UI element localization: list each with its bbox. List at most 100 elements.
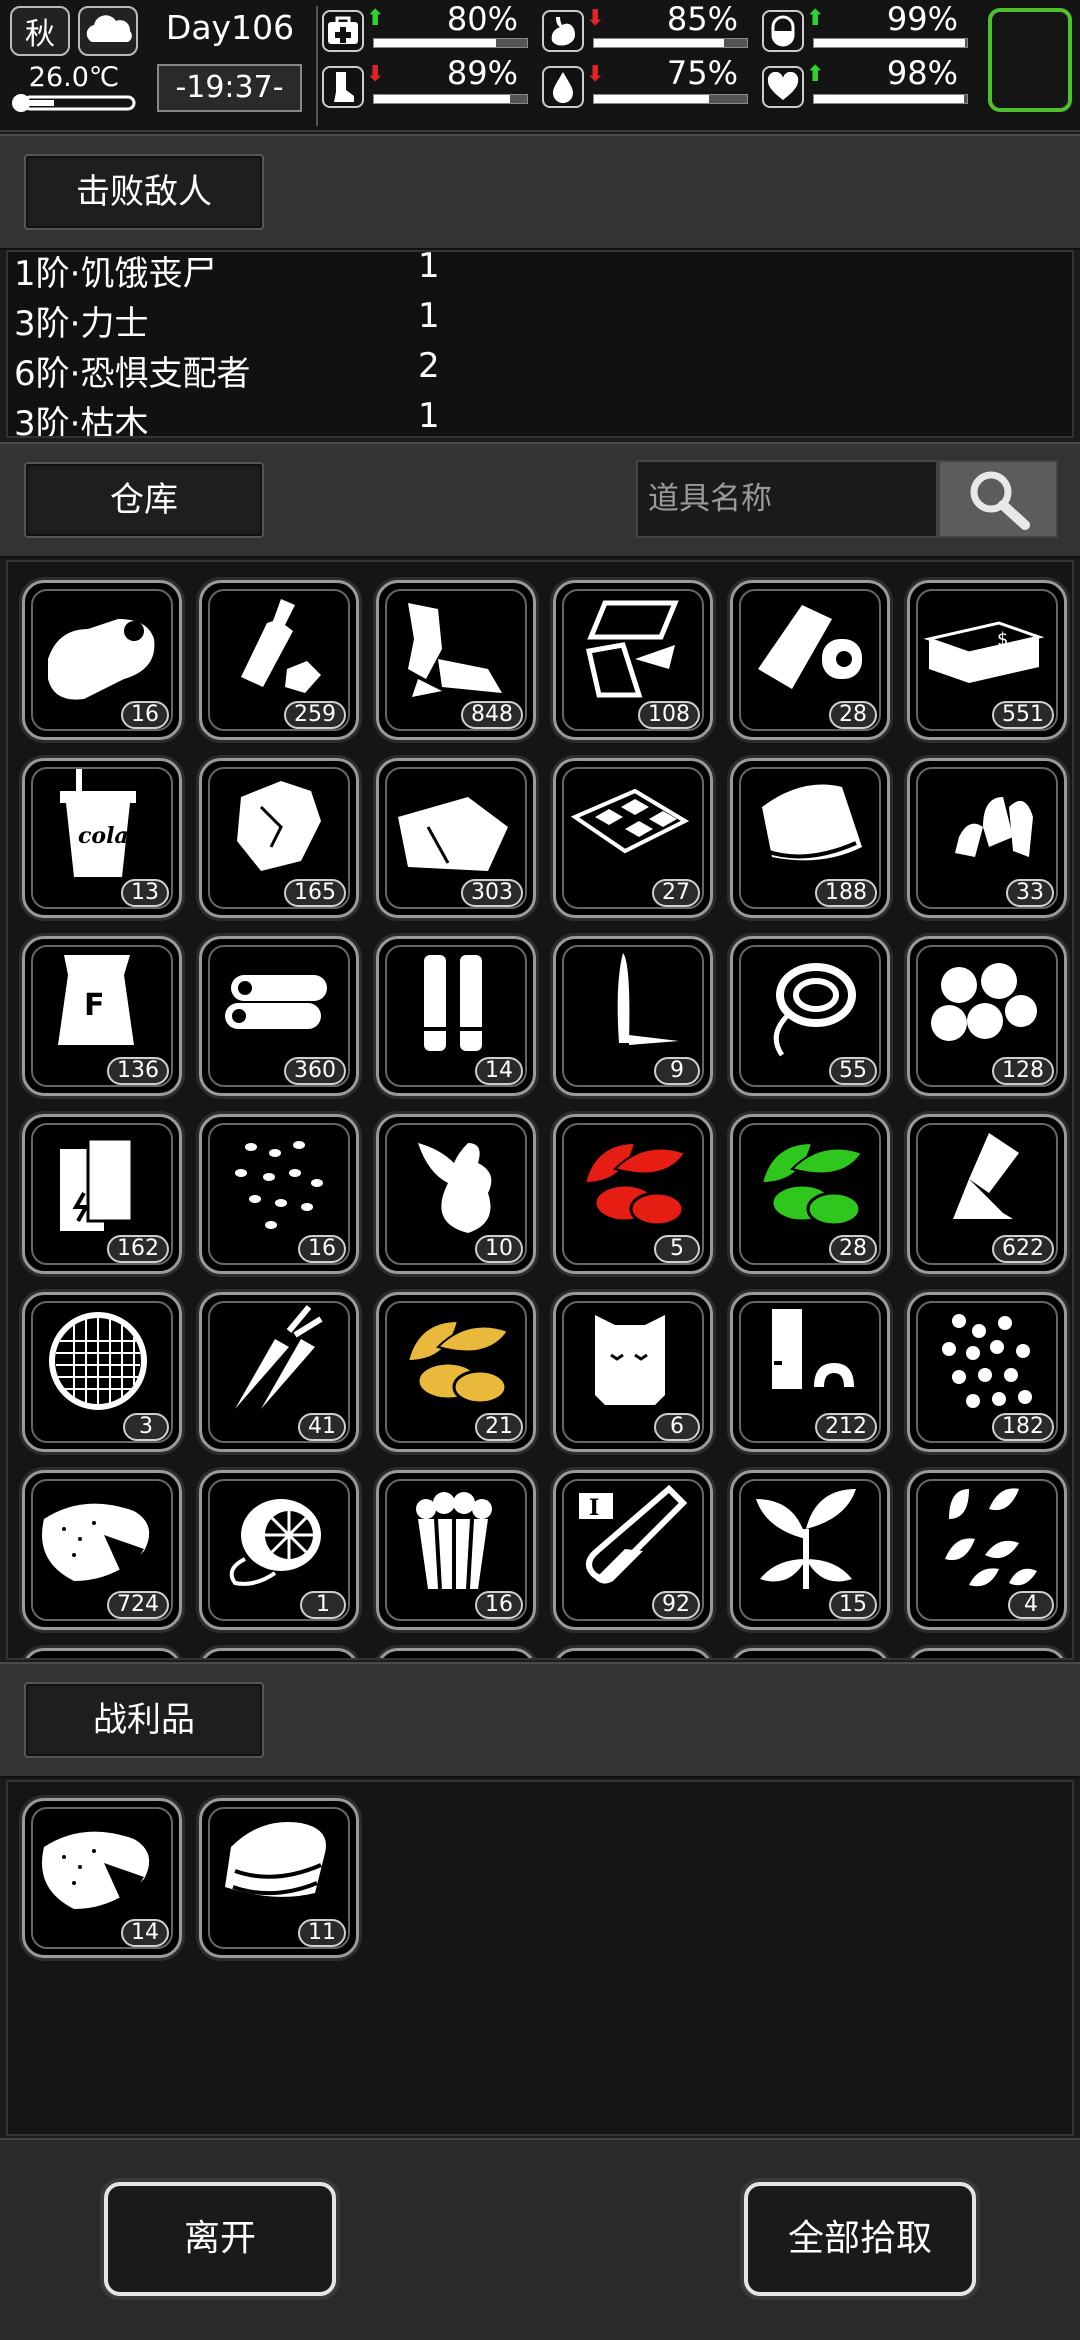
warehouse-tab[interactable]: 仓库 xyxy=(24,462,264,538)
item-slot[interactable]: 16 xyxy=(22,580,182,740)
trend-up-icon: ⬆ xyxy=(806,6,825,31)
enemy-name: 3阶·力士 xyxy=(14,304,149,344)
item-slot[interactable]: 28 xyxy=(730,580,890,740)
medicine-bar xyxy=(813,38,968,48)
loot-tab[interactable]: 战利品 xyxy=(24,1682,264,1758)
item-slot[interactable]: 188 xyxy=(730,758,890,918)
leg-icon xyxy=(322,66,364,108)
leave-button[interactable]: 离开 xyxy=(104,2182,336,2296)
item-slot[interactable]: $551 xyxy=(907,580,1067,740)
lemon-icon xyxy=(229,1499,321,1586)
take-all-button[interactable]: 全部拾取 xyxy=(744,2182,976,2296)
item-slot[interactable]: 128 xyxy=(907,936,1067,1096)
item-slot[interactable]: cola 13 xyxy=(22,758,182,918)
season-badge: 秋 xyxy=(10,6,70,56)
item-slot[interactable]: 3 xyxy=(22,1292,182,1452)
svg-text:$: $ xyxy=(997,629,1008,650)
loot-grid: 14 11 xyxy=(6,1780,1074,2136)
item-slot[interactable]: I 92 xyxy=(553,1470,713,1630)
item-slot[interactable]: 9 xyxy=(553,936,713,1096)
item-count: 16 xyxy=(298,1235,346,1263)
item-count: 41 xyxy=(298,1413,346,1441)
item-slot[interactable]: F 136 xyxy=(22,936,182,1096)
item-slot[interactable]: 4 xyxy=(907,1470,1067,1630)
test-tube-icon: I xyxy=(579,1484,688,1584)
rope-coil-icon xyxy=(773,963,856,1057)
item-slot[interactable]: 14 xyxy=(22,1798,182,1958)
item-slot[interactable]: 848 xyxy=(376,580,536,740)
trend-down-icon: ⬇ xyxy=(586,62,605,87)
item-slot[interactable]: 41 xyxy=(199,1292,359,1452)
temperature-label: 26.0℃ xyxy=(28,62,120,93)
item-slot[interactable]: 10 xyxy=(376,1114,536,1274)
divider xyxy=(316,6,318,126)
item-slot[interactable] xyxy=(22,1648,182,1658)
flour-bag-icon: F xyxy=(58,955,134,1045)
equipment-slot[interactable] xyxy=(988,8,1072,112)
item-count: 1 xyxy=(300,1591,346,1619)
status-bar: 秋 26.0℃ Day106 -19:37- ⬆ 80% ⬇ 85% ⬆ 99%… xyxy=(0,0,1080,132)
item-slot[interactable]: 55 xyxy=(730,936,890,1096)
item-slot[interactable]: 16 xyxy=(376,1470,536,1630)
item-slot[interactable]: 108 xyxy=(553,580,713,740)
item-slot[interactable] xyxy=(376,1648,536,1658)
seeds-icon xyxy=(235,1141,323,1229)
item-slot[interactable]: 21 xyxy=(376,1292,536,1452)
item-slot[interactable]: 162 xyxy=(22,1114,182,1274)
item-slot[interactable]: 11 xyxy=(199,1798,359,1958)
pill-icon xyxy=(762,10,804,52)
water-drop-icon xyxy=(542,66,584,108)
item-slot[interactable]: 6 xyxy=(553,1292,713,1452)
item-slot[interactable]: 27 xyxy=(553,758,713,918)
item-slot[interactable]: 28 xyxy=(730,1114,890,1274)
item-slot[interactable] xyxy=(553,1648,713,1658)
item-slot[interactable]: 5 xyxy=(553,1114,713,1274)
enemy-name: 6阶·恐惧支配者 xyxy=(14,354,251,394)
battery-icon xyxy=(60,1137,134,1231)
item-slot[interactable]: 14 xyxy=(376,936,536,1096)
folded-cloth-icon xyxy=(225,1822,326,1897)
defeated-tab[interactable]: 击败敌人 xyxy=(24,154,264,230)
ginger-root-icon xyxy=(418,1143,492,1233)
bullets-icon xyxy=(955,797,1033,857)
item-slot[interactable]: 724 xyxy=(22,1470,182,1630)
medkit-icon xyxy=(322,10,364,52)
item-slot[interactable]: 212 xyxy=(730,1292,890,1452)
logs-icon xyxy=(225,975,327,1029)
item-slot[interactable]: 15 xyxy=(730,1470,890,1630)
search-button[interactable] xyxy=(938,460,1058,538)
glass-shards-icon xyxy=(585,600,679,698)
item-slot[interactable]: 165 xyxy=(199,758,359,918)
plastic-bottle-icon xyxy=(241,599,321,693)
red-herb-icon xyxy=(583,1141,687,1227)
action-bar: 离开 全部拾取 xyxy=(0,2138,1080,2340)
health-bar xyxy=(373,38,528,48)
item-slot[interactable]: 182 xyxy=(907,1292,1067,1452)
item-slot[interactable]: 1 xyxy=(199,1470,359,1630)
loot-header: 战利品 xyxy=(0,1662,1080,1778)
item-count: 360 xyxy=(284,1057,346,1085)
svg-text:F: F xyxy=(84,988,105,1023)
item-slot[interactable]: 16 xyxy=(199,1114,359,1274)
item-slot[interactable]: 360 xyxy=(199,936,359,1096)
item-slot[interactable]: 622 xyxy=(907,1114,1067,1274)
green-herb-icon xyxy=(760,1141,864,1227)
stamina-bar xyxy=(373,94,528,104)
fabric-sheet-icon xyxy=(398,797,508,871)
item-slot[interactable]: 303 xyxy=(376,758,536,918)
metal-parts-icon xyxy=(772,1309,854,1389)
item-slot[interactable]: 259 xyxy=(199,580,359,740)
item-slot[interactable] xyxy=(907,1648,1067,1658)
enemy-count: 1 xyxy=(418,396,440,436)
item-count: 165 xyxy=(284,879,346,907)
item-slot[interactable]: 33 xyxy=(907,758,1067,918)
item-count: 21 xyxy=(475,1413,523,1441)
day-counter: Day106 xyxy=(165,8,295,47)
item-count: 212 xyxy=(815,1413,877,1441)
crumpled-paper-icon xyxy=(237,781,321,871)
thirst-bar xyxy=(593,94,748,104)
item-slot[interactable] xyxy=(199,1648,359,1658)
item-slot[interactable] xyxy=(730,1648,890,1658)
search-input[interactable]: 道具名称 xyxy=(636,460,938,538)
item-count: 55 xyxy=(829,1057,877,1085)
